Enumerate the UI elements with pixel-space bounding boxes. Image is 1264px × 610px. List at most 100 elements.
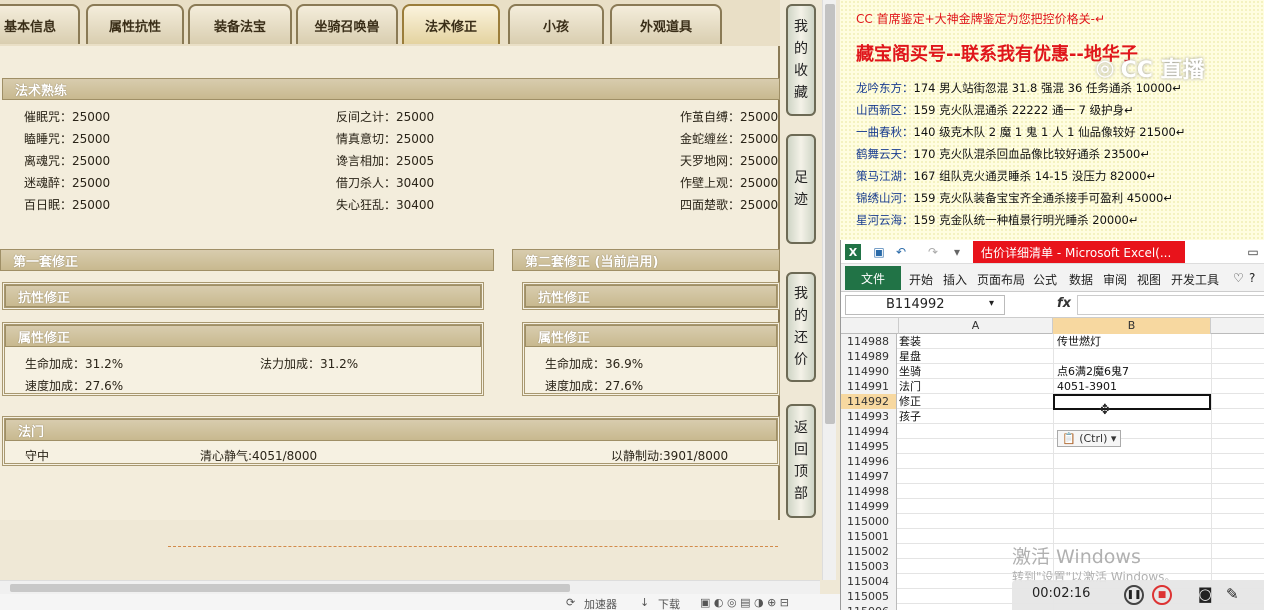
speed-label[interactable]: 加速器 — [584, 596, 617, 610]
column-header-b[interactable]: B — [1053, 318, 1211, 334]
tab-4[interactable]: 坐骑召唤兽 — [296, 4, 398, 44]
recording-time: 00:02:16 — [1032, 586, 1091, 601]
set2-speed-bonus: 速度加成：27.6% — [545, 379, 644, 393]
redo-icon[interactable]: ↷ — [925, 244, 941, 260]
stop-record-icon[interactable]: ■ — [1152, 585, 1172, 605]
row-number[interactable]: 114990 — [841, 364, 897, 379]
spell-cell: 作壁上观：25000 — [680, 176, 779, 190]
row-number[interactable]: 114998 — [841, 484, 897, 499]
tab-1[interactable]: 基本信息 — [0, 4, 80, 44]
row-number[interactable]: 115002 — [841, 544, 897, 559]
side-button-3[interactable]: 我的还价 — [786, 272, 816, 382]
excel-titlebar: X ▣ ↶ ↷ ▾ 估价详细清单 - Microsoft Excel(... ▭ — [841, 240, 1264, 264]
row-number[interactable]: 114993 — [841, 409, 897, 424]
heart-icon[interactable]: ♡ — [1233, 271, 1244, 285]
spell-cell: 反间之计：25000 — [336, 110, 435, 124]
select-all-corner[interactable] — [841, 318, 899, 334]
side-button-2[interactable]: 足迹 — [786, 134, 816, 244]
ribbon-tab[interactable]: 插入 — [943, 271, 967, 288]
download-label[interactable]: 下载 — [658, 596, 680, 610]
ribbon-tab[interactable]: 数据 — [1069, 271, 1093, 288]
row-number[interactable]: 115004 — [841, 574, 897, 589]
row-number[interactable]: 114991 — [841, 379, 897, 394]
cell-a[interactable]: 星盘 — [899, 349, 921, 364]
school-item-2: 清心静气:4051/8000 — [200, 449, 318, 463]
set1-title: 第一套修正 — [0, 249, 494, 271]
spell-cell: 离魂咒：25000 — [24, 154, 111, 168]
window-restore-icon[interactable]: ▭ — [1245, 244, 1261, 260]
row-number[interactable]: 115006 — [841, 604, 897, 610]
cell-b[interactable]: 4051-3901 — [1057, 379, 1117, 394]
side-button-4[interactable]: 返回顶部 — [786, 404, 816, 518]
row-number[interactable]: 114995 — [841, 439, 897, 454]
excel-app-icon[interactable]: X — [845, 244, 861, 260]
row-number[interactable]: 114994 — [841, 424, 897, 439]
doc-entry: 一曲春秋：140 级克木队 2 魔 1 鬼 1 人 1 仙品像较好 21500↵ — [856, 124, 1186, 140]
cell-b[interactable]: 传世燃灯 — [1057, 334, 1101, 349]
namebox-dropdown-icon[interactable]: ▾ — [989, 298, 994, 309]
ribbon-tab[interactable]: 视图 — [1137, 271, 1161, 288]
row-number[interactable]: 115000 — [841, 514, 897, 529]
doc-entry-text: 170 克火队混杀回血品像比较好通杀 23500↵ — [913, 147, 1150, 161]
file-tab[interactable]: 文件 — [845, 266, 901, 290]
tab-6[interactable]: 小孩 — [508, 4, 604, 44]
ribbon-tab[interactable]: 页面布局 — [977, 271, 1025, 288]
spell-cell: 四面楚歌：25000 — [680, 198, 779, 212]
selected-cell[interactable] — [1053, 394, 1211, 410]
row-number[interactable]: 114992 — [841, 394, 897, 409]
scroll-thumb[interactable] — [825, 4, 835, 424]
hscroll-thumb[interactable] — [10, 584, 570, 592]
ribbon-tab[interactable]: 公式 — [1033, 271, 1057, 288]
name-box[interactable]: B114992 — [845, 295, 1005, 315]
live-logo-icon: ◎ — [1095, 55, 1115, 81]
paste-options-button[interactable]: 📋 (Ctrl) ▾ — [1057, 430, 1122, 447]
column-headers: A B — [841, 318, 1264, 334]
row-number[interactable]: 115005 — [841, 589, 897, 604]
ribbon-tab[interactable]: 审阅 — [1103, 271, 1127, 288]
row-number[interactable]: 114989 — [841, 349, 897, 364]
download-icon[interactable]: ↓ — [640, 596, 649, 609]
vertical-scrollbar[interactable] — [822, 0, 836, 580]
school-box: 法门 守中 清心静气:4051/8000 以静制动:3901/8000 — [2, 416, 780, 466]
tab-2[interactable]: 属性抗性 — [86, 4, 184, 44]
camera-icon[interactable]: ◙ — [1198, 585, 1213, 603]
cell-a[interactable]: 修正 — [899, 394, 921, 409]
customize-qa-icon[interactable]: ▾ — [949, 244, 965, 260]
row-number[interactable]: 114996 — [841, 454, 897, 469]
horizontal-scrollbar[interactable] — [0, 580, 820, 594]
fx-icon[interactable]: fx — [1057, 296, 1071, 311]
pen-icon[interactable]: ✎ — [1226, 585, 1239, 603]
speed-icon[interactable]: ⟳ — [566, 596, 575, 609]
ribbon-tab[interactable]: 开发工具 — [1171, 271, 1219, 288]
undo-icon[interactable]: ↶ — [893, 244, 909, 260]
ribbon-tab[interactable]: 开始 — [909, 271, 933, 288]
row-number[interactable]: 114999 — [841, 499, 897, 514]
formula-input[interactable] — [1077, 295, 1264, 315]
row-number[interactable]: 114988 — [841, 334, 897, 349]
side-button-1[interactable]: 我的收藏 — [786, 4, 816, 116]
cell-a[interactable]: 法门 — [899, 379, 921, 394]
cell-b[interactable]: 点6满2魔6鬼7 — [1057, 364, 1129, 379]
help-icon[interactable]: ? — [1249, 271, 1255, 285]
row-number[interactable]: 114997 — [841, 469, 897, 484]
row-number[interactable]: 115003 — [841, 559, 897, 574]
doc-entry: 锦绣山河：159 克火队装备宝宝齐全通杀接手可盈利 45000↵ — [856, 190, 1173, 206]
windows-activation-watermark: 激活 Windows 转到"设置"以激活 Windows。 — [1012, 542, 1176, 584]
dotted-divider — [168, 546, 778, 547]
tab-3[interactable]: 装备法宝 — [188, 4, 292, 44]
excel-title: 估价详细清单 - Microsoft Excel(... — [973, 241, 1185, 263]
content-area: 法术熟练 催眠咒：25000 反间之计：25000 作茧自缚：25000 瞌睡咒：25… — [0, 46, 780, 520]
status-icons[interactable]: ▣ ◐ ◎ ▤ ◑ ⊕ ⊟ — [700, 596, 789, 609]
row-number[interactable]: 115001 — [841, 529, 897, 544]
column-header-a[interactable]: A — [899, 318, 1053, 334]
sheet-row: 114993 孩子 — [841, 409, 1264, 424]
tab-5[interactable]: 法术修正 — [402, 4, 500, 44]
save-icon[interactable]: ▣ — [871, 244, 887, 260]
pause-icon[interactable]: ❚❚ — [1124, 585, 1144, 605]
recorder-bar: 00:02:16 ❚❚ ■ ◙ ✎ — [1012, 580, 1264, 610]
cell-a[interactable]: 坐骑 — [899, 364, 921, 379]
cell-a[interactable]: 孩子 — [899, 409, 921, 424]
doc-entry-server: 龙吟东方： — [856, 81, 914, 95]
tab-7[interactable]: 外观道具 — [610, 4, 722, 44]
cell-a[interactable]: 套装 — [899, 334, 921, 349]
